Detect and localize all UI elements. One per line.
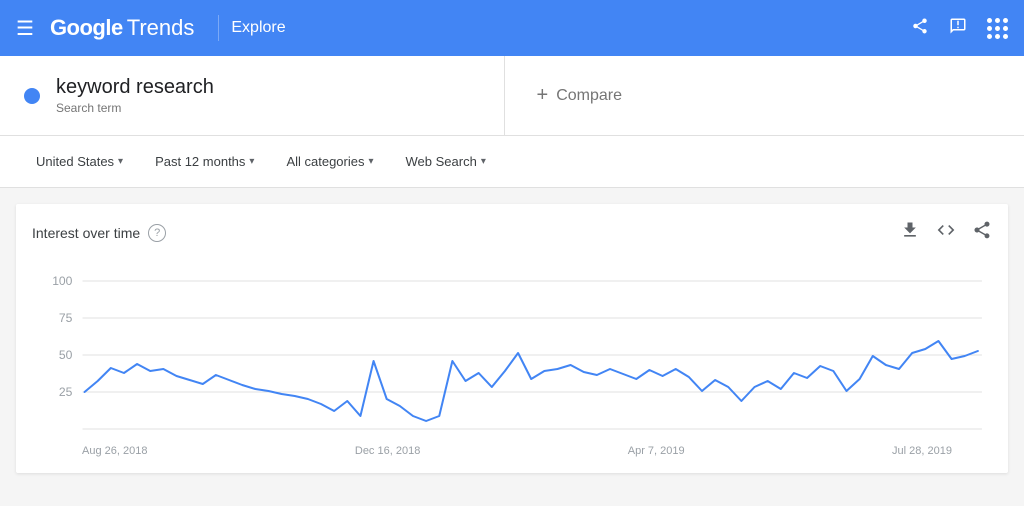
- app-header: ☰ Google Trends Explore: [0, 0, 1024, 56]
- x-axis-labels: Aug 26, 2018 Dec 16, 2018 Apr 7, 2019 Ju…: [32, 441, 992, 457]
- chart-container: 100 75 50 25: [32, 261, 992, 441]
- logo-google: Google: [50, 15, 123, 41]
- menu-icon[interactable]: ☰: [16, 16, 34, 41]
- region-label: United States: [36, 154, 114, 169]
- region-dropdown-icon: ▾: [118, 156, 123, 167]
- embed-icon[interactable]: [936, 220, 956, 245]
- feedback-icon[interactable]: [949, 17, 967, 40]
- x-label-2: Dec 16, 2018: [355, 445, 420, 457]
- svg-text:100: 100: [52, 274, 73, 288]
- search-term-content: keyword research Search term: [56, 76, 214, 115]
- share-icon[interactable]: [911, 17, 929, 40]
- x-label-1: Aug 26, 2018: [82, 445, 147, 457]
- help-icon[interactable]: ?: [148, 224, 166, 242]
- compare-section[interactable]: + Compare: [505, 56, 1024, 135]
- x-label-3: Apr 7, 2019: [628, 445, 685, 457]
- chart-actions: [900, 220, 992, 245]
- time-label: Past 12 months: [155, 154, 245, 169]
- svg-text:25: 25: [59, 385, 73, 399]
- header-left: ☰ Google Trends Explore: [16, 15, 298, 41]
- search-bar: keyword research Search term + Compare: [0, 56, 1024, 136]
- help-icon-text: ?: [154, 227, 160, 239]
- x-label-4: Jul 28, 2019: [892, 445, 952, 457]
- chart-section: Interest over time ? 100: [16, 204, 1008, 473]
- time-dropdown-icon: ▾: [249, 156, 254, 167]
- categories-filter[interactable]: All categories ▾: [274, 148, 385, 175]
- header-right: [911, 17, 1008, 40]
- share-chart-icon[interactable]: [972, 220, 992, 245]
- chart-title-area: Interest over time ?: [32, 224, 166, 242]
- search-type-label: Web Search: [406, 154, 477, 169]
- trend-chart: 100 75 50 25: [32, 261, 992, 441]
- logo: Google Trends: [50, 15, 194, 41]
- svg-text:50: 50: [59, 348, 73, 362]
- search-type-filter[interactable]: Web Search ▾: [394, 148, 498, 175]
- search-term-label: Search term: [56, 101, 214, 115]
- apps-icon[interactable]: [987, 18, 1008, 39]
- svg-text:75: 75: [59, 311, 73, 325]
- chart-title: Interest over time: [32, 225, 140, 241]
- chart-header: Interest over time ?: [32, 220, 992, 245]
- time-filter[interactable]: Past 12 months ▾: [143, 148, 266, 175]
- region-filter[interactable]: United States ▾: [24, 148, 135, 175]
- compare-plus-icon: +: [537, 84, 549, 107]
- filter-bar: United States ▾ Past 12 months ▾ All cat…: [0, 136, 1024, 188]
- search-type-dropdown-icon: ▾: [481, 156, 486, 167]
- explore-label: Explore: [218, 15, 297, 41]
- search-dot: [24, 88, 40, 104]
- categories-dropdown-icon: ▾: [368, 156, 373, 167]
- categories-label: All categories: [286, 154, 364, 169]
- search-term-section: keyword research Search term: [0, 56, 505, 135]
- compare-text: Compare: [556, 87, 622, 105]
- download-icon[interactable]: [900, 220, 920, 245]
- logo-trends: Trends: [127, 15, 195, 41]
- search-term-text: keyword research: [56, 76, 214, 99]
